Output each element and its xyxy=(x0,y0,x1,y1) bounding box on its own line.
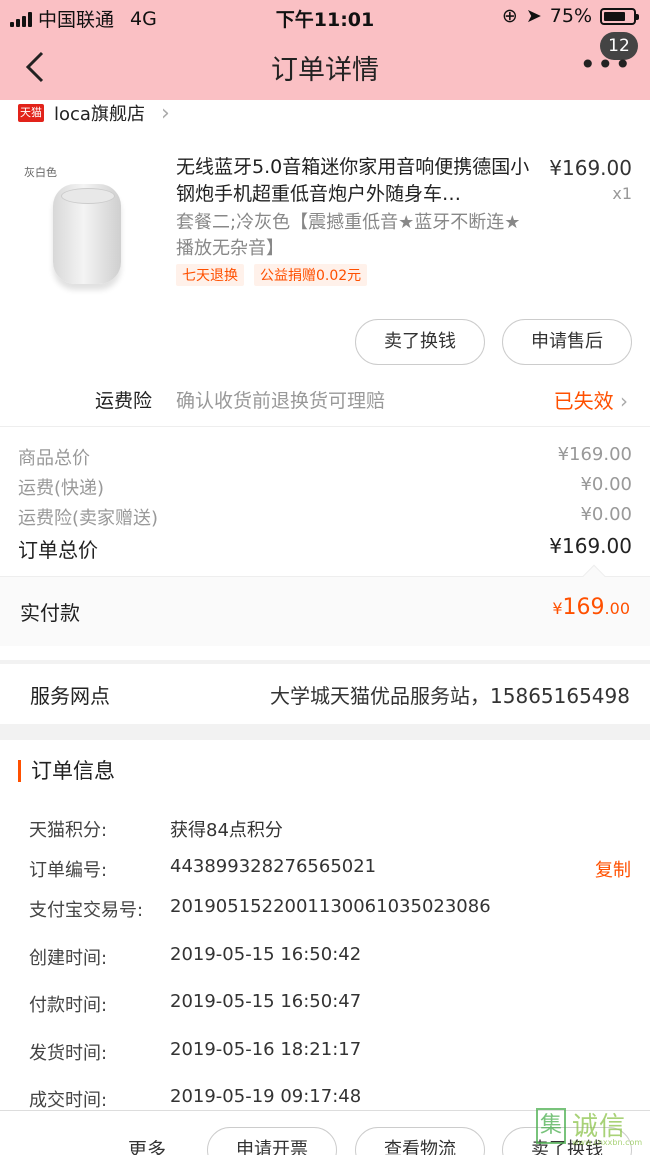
order-card: 天猫 loca旗舰店 › 灰白色 无线蓝牙5.0音箱迷你家用音响便携德国小钢炮手… xyxy=(0,100,650,660)
shipping-insurance-row[interactable]: 运费险 确认收货前退换货可理赔 已失效 › xyxy=(0,380,650,420)
product-price: ¥169.00 xyxy=(549,156,632,180)
paid-row: 实付款 ¥169.00 xyxy=(0,564,650,646)
battery-icon xyxy=(600,7,639,25)
battery-label: 75% xyxy=(549,5,592,27)
service-point-row: 服务网点 大学城天猫优品服务站，15865165498 xyxy=(0,664,650,724)
copy-button[interactable]: 复制 xyxy=(595,856,631,882)
insurance-desc: 确认收货前退换货可理赔 xyxy=(176,390,386,412)
location-icon: ➤ xyxy=(525,5,542,27)
chevron-right-icon: › xyxy=(160,100,170,126)
service-label: 服务网点 xyxy=(30,684,110,708)
shop-link[interactable]: 天猫 loca旗舰店 › xyxy=(18,100,170,126)
insurance-label: 运费险 xyxy=(95,390,153,412)
service-value: 大学城天猫优品服务站，15865165498 xyxy=(270,684,630,708)
logistics-button[interactable]: 查看物流 xyxy=(355,1127,485,1155)
status-right: ⊕ ➤ 75% xyxy=(501,5,639,27)
fee-row: 运费(快递) ¥0.00 xyxy=(18,474,632,499)
order-total-row: 订单总价 ¥169.00 xyxy=(18,534,632,562)
watermark-logo: 集 诚信 www.cnxxbn.com xyxy=(532,1104,650,1152)
paid-amount: ¥169.00 xyxy=(552,595,630,620)
insurance-state: 已失效 › xyxy=(553,389,628,413)
product-title[interactable]: 无线蓝牙5.0音箱迷你家用音响便携德国小钢炮手机超重低音炮户外随身车… xyxy=(176,154,536,208)
page-title: 订单详情 xyxy=(271,55,379,86)
status-bar: 中国联通 4G 下午11:01 ⊕ ➤ 75% xyxy=(0,0,650,32)
product-quantity: x1 xyxy=(612,184,632,203)
product-sku: 套餐二;冷灰色【震撼重低音★蓝牙不断连★播放无杂音】 xyxy=(176,212,521,259)
sell-button[interactable]: 卖了换钱 xyxy=(355,319,485,365)
product-image[interactable]: 灰白色 xyxy=(18,160,158,300)
after-sale-button[interactable]: 申请售后 xyxy=(502,319,632,365)
fee-row: 商品总价 ¥169.00 xyxy=(18,444,632,469)
notch xyxy=(582,564,606,588)
orientation-lock-icon: ⊕ xyxy=(501,5,518,27)
more-menu-icon[interactable]: ••• xyxy=(579,51,632,79)
top-header: 中国联通 4G 下午11:01 ⊕ ➤ 75% 订单详情 12 ••• xyxy=(0,0,650,100)
image-caption: 灰白色 xyxy=(24,166,57,179)
divider xyxy=(0,426,650,427)
speaker-illustration xyxy=(53,184,121,284)
invoice-button[interactable]: 申请开票 xyxy=(207,1127,337,1155)
tag-charity: 公益捐赠0.02元 xyxy=(254,264,368,286)
more-button[interactable]: 更多 xyxy=(128,1135,166,1155)
product-tags: 七天退换 公益捐赠0.02元 xyxy=(176,264,368,286)
shop-name: loca旗舰店 xyxy=(54,104,145,125)
fee-row: 运费险(卖家赠送) ¥0.00 xyxy=(18,504,632,529)
paid-label: 实付款 xyxy=(20,601,80,625)
tmall-logo: 天猫 xyxy=(18,104,44,122)
tag-seven-day-return: 七天退换 xyxy=(176,264,244,286)
order-info-card: 订单信息 天猫积分: 获得84点积分 订单编号: 44389932827656502… xyxy=(0,740,650,1155)
section-title: 订单信息 xyxy=(18,760,115,782)
